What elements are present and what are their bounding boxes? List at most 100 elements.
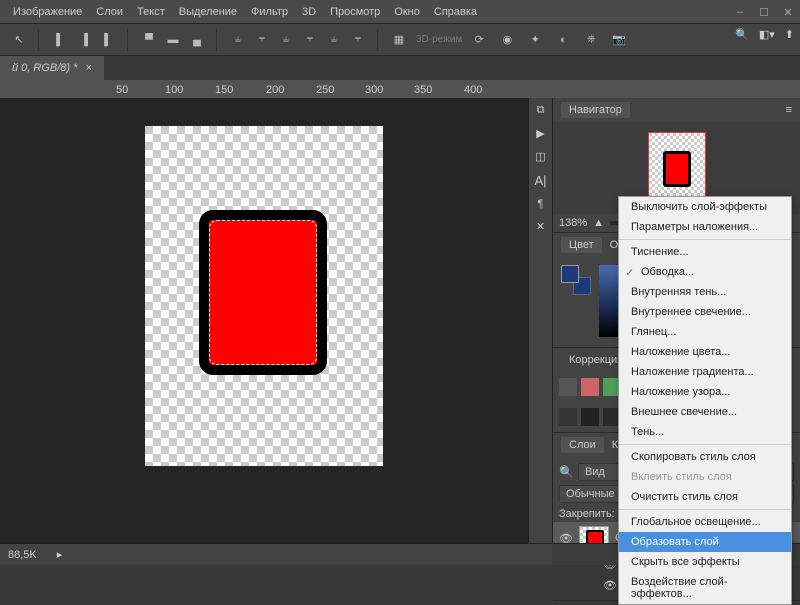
tab-navigator[interactable]: Навигатор	[561, 102, 630, 118]
context-menu-item[interactable]: Тень...	[619, 422, 791, 442]
selection-marquee	[209, 220, 317, 365]
context-menu-item[interactable]: Выключить слой-эффекты	[619, 197, 791, 217]
ruler-tick: 350	[414, 84, 432, 96]
eye-icon[interactable]: 👁	[603, 579, 617, 592]
menubar: Изображение Слои Текст Выделение Фильтр …	[0, 0, 800, 24]
tab-layers[interactable]: Слои	[561, 437, 604, 453]
maximize-icon[interactable]: ☐	[752, 0, 776, 24]
context-menu-item[interactable]: Глобальное освещение...	[619, 512, 791, 532]
align-top-icon[interactable]: ▀	[138, 29, 160, 51]
context-menu-item[interactable]: Скопировать стиль слоя	[619, 447, 791, 467]
zoom-out-icon[interactable]: ▲	[593, 217, 604, 229]
ruler-tick: 100	[165, 84, 183, 96]
context-menu-item[interactable]: Образовать слой	[619, 532, 791, 552]
context-menu-item[interactable]: Тиснение...	[619, 242, 791, 262]
share-icon[interactable]: ⬆	[785, 28, 794, 41]
menu-item[interactable]: Справка	[427, 6, 484, 18]
context-menu-item: Вклеить стиль слоя	[619, 467, 791, 487]
workspace-icon[interactable]: ◧▾	[759, 28, 775, 41]
tab-close-icon[interactable]: ×	[85, 62, 91, 74]
menu-item[interactable]: Выделение	[172, 6, 244, 18]
grid-icon[interactable]: ▦	[388, 29, 410, 51]
align-right-icon[interactable]: ▌	[97, 29, 119, 51]
menu-separator	[619, 239, 791, 240]
type-icon[interactable]: A|	[534, 173, 546, 188]
paragraph-icon[interactable]: ¶	[538, 198, 544, 210]
close-icon[interactable]: ✕	[776, 0, 800, 24]
document-tab[interactable]: й 0, RGB/8) * ×	[0, 56, 104, 80]
3d-icon[interactable]: ◐	[552, 29, 574, 51]
camera-icon[interactable]: 📷	[608, 29, 630, 51]
statusbar: 88,5K ▸	[0, 543, 552, 565]
3d-icon[interactable]: ⟳	[468, 29, 490, 51]
menu-item[interactable]: 3D	[295, 6, 323, 18]
distribute-icon[interactable]: ⫧	[299, 29, 321, 51]
menu-item[interactable]: Фильтр	[244, 6, 295, 18]
panel-menu-icon[interactable]: ≡	[786, 104, 792, 116]
context-menu-item[interactable]: Скрыть все эффекты	[619, 552, 791, 572]
collapsed-panels: ⧉ ▶ ◫ A| ¶ ✕	[528, 98, 552, 543]
foreground-swatch[interactable]	[561, 265, 579, 283]
context-menu-item[interactable]: Наложение градиента...	[619, 362, 791, 382]
menu-item[interactable]: Текст	[130, 6, 172, 18]
distribute-icon[interactable]: ⫨	[323, 29, 345, 51]
style-swatch[interactable]	[559, 378, 577, 396]
status-zoom[interactable]: 88,5K	[8, 549, 37, 561]
menu-item[interactable]: Слои	[89, 6, 130, 18]
layer-style-context-menu: Выключить слой-эффектыПараметры наложени…	[618, 196, 792, 605]
canvas[interactable]	[145, 126, 383, 466]
minimize-icon[interactable]: –	[728, 0, 752, 24]
menu-item[interactable]: Просмотр	[323, 6, 387, 18]
tools-icon[interactable]: ✕	[536, 220, 545, 233]
align-middle-icon[interactable]: ▬	[162, 29, 184, 51]
cursor-icon[interactable]: ↖	[8, 29, 30, 51]
style-swatch[interactable]	[559, 408, 577, 426]
3d-icon[interactable]: ⎈	[580, 29, 602, 51]
play-icon[interactable]: ▶	[536, 127, 544, 140]
history-icon[interactable]: ⧉	[537, 104, 545, 117]
ruler-tick: 400	[464, 84, 482, 96]
context-menu-item[interactable]: Внутренняя тень...	[619, 282, 791, 302]
tab-color[interactable]: Цвет	[561, 237, 602, 253]
distribute-icon[interactable]: ⫨	[227, 29, 249, 51]
context-menu-item[interactable]: Наложение узора...	[619, 382, 791, 402]
navigator-thumbnail[interactable]	[648, 132, 706, 204]
context-menu-item[interactable]: Внутреннее свечение...	[619, 302, 791, 322]
fg-bg-swatches[interactable]	[561, 265, 591, 295]
context-menu-item[interactable]: Воздействие слой-эффектов...	[619, 572, 791, 604]
distribute-icon[interactable]: ⫧	[347, 29, 369, 51]
context-menu-item[interactable]: Наложение цвета...	[619, 342, 791, 362]
search-icon[interactable]: 🔍	[735, 28, 749, 41]
document-tabs: й 0, RGB/8) * ×	[0, 56, 800, 80]
lock-label: Закрепить:	[559, 508, 615, 520]
brush-icon[interactable]: ◫	[535, 150, 545, 163]
distribute-icon[interactable]: ⫧	[251, 29, 273, 51]
menu-item[interactable]: Окно	[387, 6, 427, 18]
zoom-value[interactable]: 138%	[559, 217, 587, 229]
context-menu-item[interactable]: Внешнее свечение...	[619, 402, 791, 422]
3d-icon[interactable]: ✦	[524, 29, 546, 51]
status-arrow-icon[interactable]: ▸	[57, 548, 63, 561]
3d-icon[interactable]: ◉	[496, 29, 518, 51]
context-menu-item[interactable]: Очистить стиль слоя	[619, 487, 791, 507]
search-icon[interactable]: 🔍	[559, 465, 574, 479]
distribute-icon[interactable]: ⫨	[275, 29, 297, 51]
canvas-area[interactable]	[0, 98, 528, 543]
ruler-tick: 300	[365, 84, 383, 96]
options-bar: ↖ ▌ ▐ ▌ ▀ ▬ ▄ ⫨ ⫧ ⫨ ⫧ ⫨ ⫧ ▦ 3D-режим ⟳ ◉…	[0, 24, 800, 56]
align-center-icon[interactable]: ▐	[73, 29, 95, 51]
style-swatch[interactable]	[581, 378, 599, 396]
menu-separator	[619, 509, 791, 510]
align-bottom-icon[interactable]: ▄	[186, 29, 208, 51]
tab-label: й 0, RGB/8) *	[12, 62, 77, 74]
style-swatch[interactable]	[581, 408, 599, 426]
ruler-tick: 150	[215, 84, 233, 96]
ruler-tick: 50	[116, 84, 128, 96]
align-left-icon[interactable]: ▌	[49, 29, 71, 51]
context-menu-item[interactable]: Глянец...	[619, 322, 791, 342]
menu-item[interactable]: Изображение	[6, 6, 89, 18]
context-menu-item[interactable]: Обводка...	[619, 262, 791, 282]
mode-label: 3D-режим	[416, 34, 462, 45]
context-menu-item[interactable]: Параметры наложения...	[619, 217, 791, 237]
ruler-tick: 200	[266, 84, 284, 96]
